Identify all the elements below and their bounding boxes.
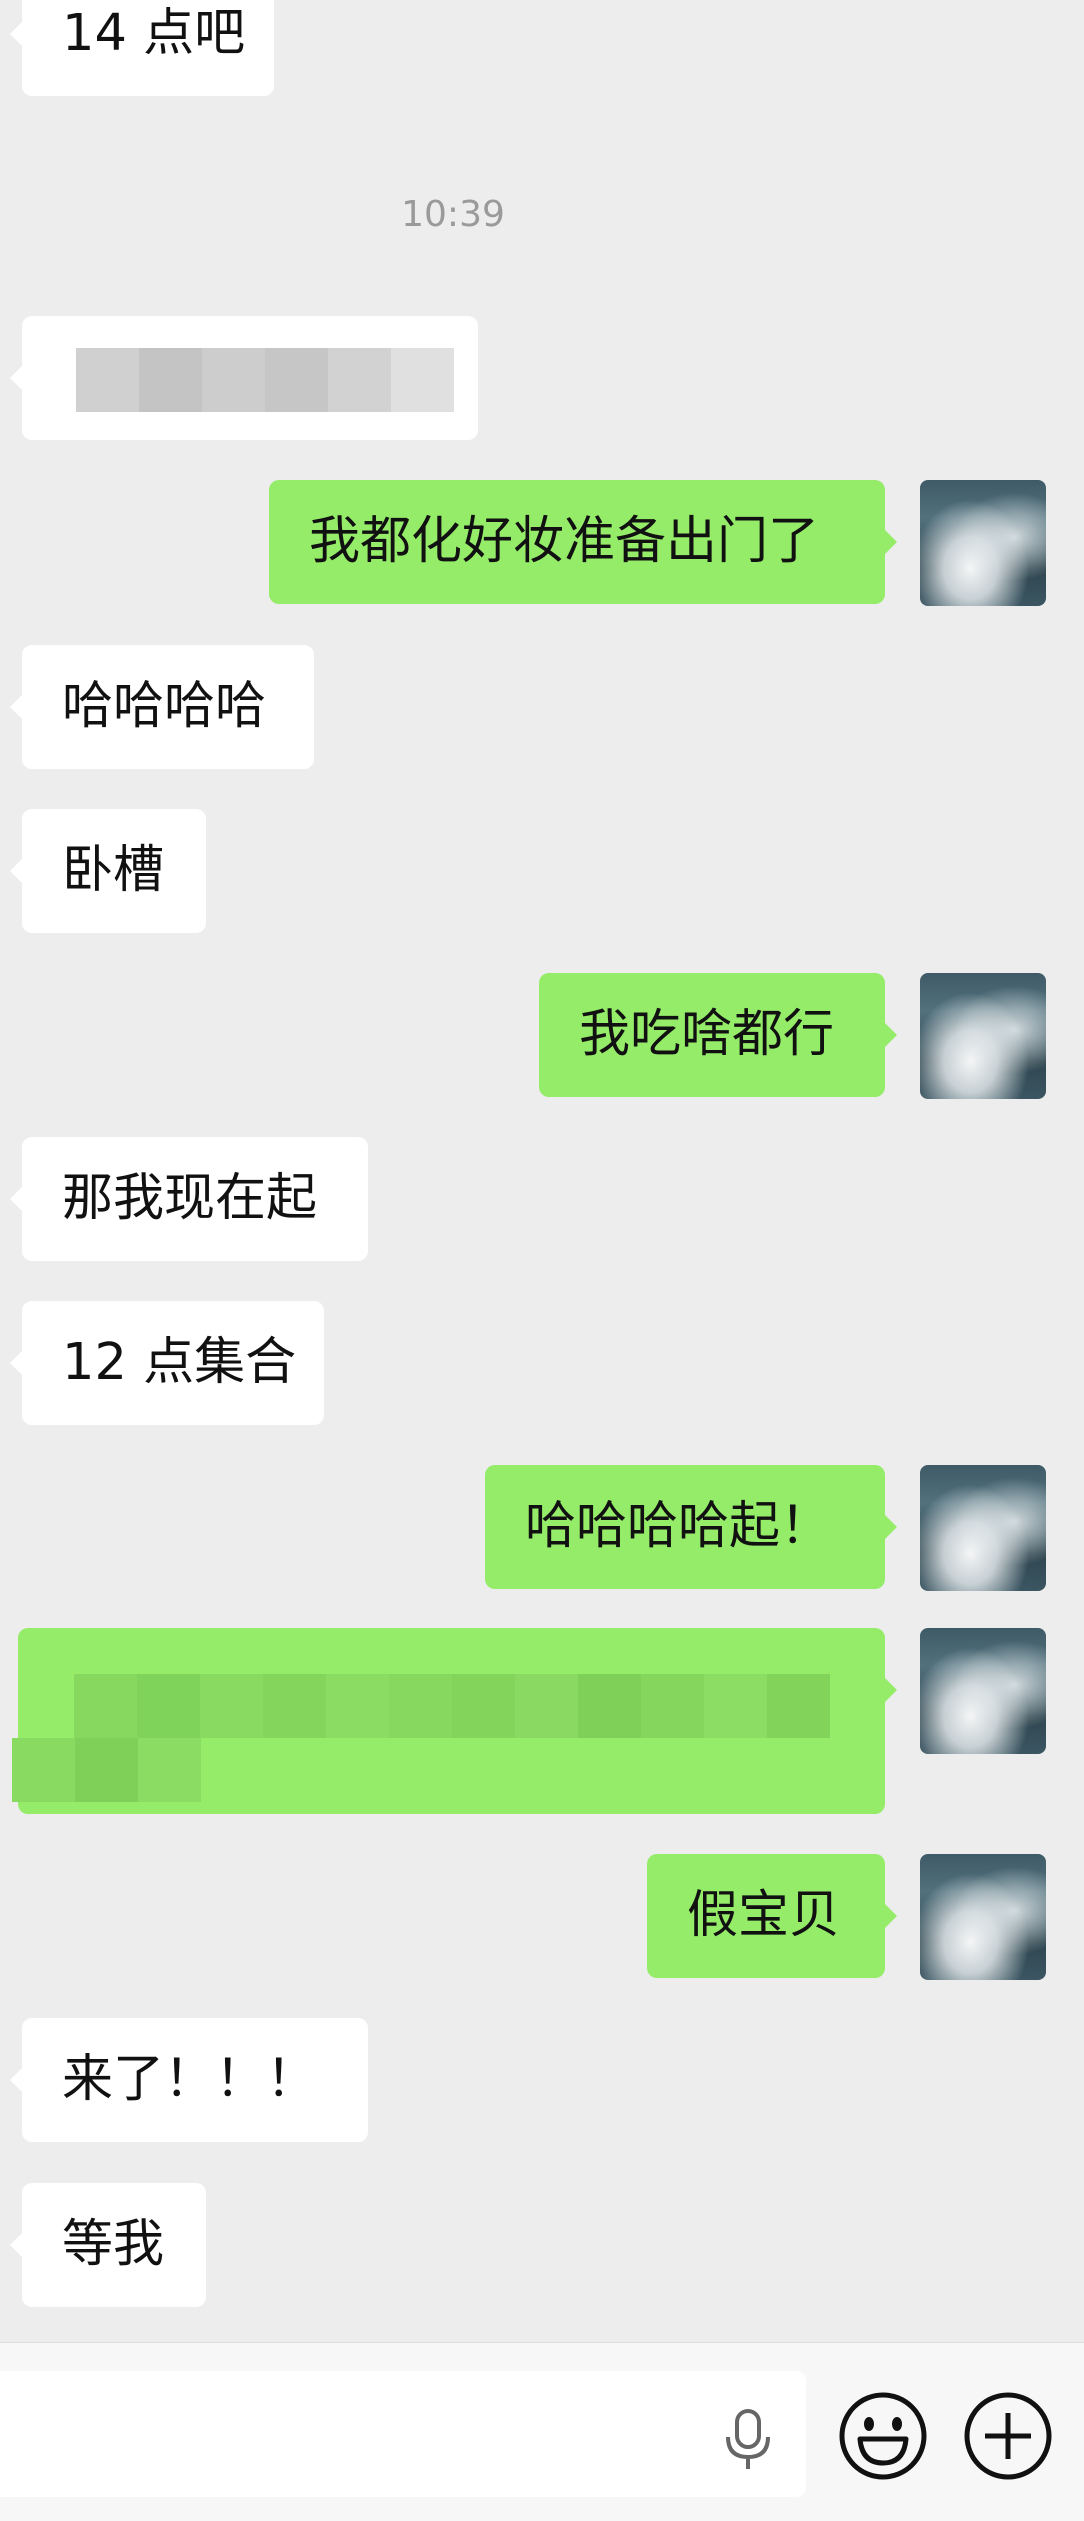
plus-circle-icon[interactable] <box>963 2391 1053 2481</box>
incoming-message[interactable]: 哈哈哈哈 <box>10 645 314 769</box>
avatar[interactable] <box>920 480 1046 606</box>
outgoing-message[interactable]: 我吃啥都行 <box>539 973 897 1097</box>
incoming-message[interactable]: 卧槽 <box>10 809 206 933</box>
message-text: 卧槽 <box>62 841 165 900</box>
incoming-message[interactable]: 来了！！！ <box>10 2018 368 2142</box>
blurred-content <box>12 1738 201 1802</box>
incoming-message-blurred[interactable] <box>10 316 478 440</box>
message-text: 哈哈哈哈 <box>62 677 267 736</box>
message-text: 12 点集合 <box>62 1333 297 1392</box>
avatar[interactable] <box>920 1465 1046 1591</box>
timestamp: 10:39 <box>401 194 505 235</box>
input-bar <box>0 2342 1084 2521</box>
message-text: 那我现在起 <box>62 1169 318 1228</box>
message-input[interactable] <box>0 2371 806 2497</box>
blurred-content <box>74 1674 830 1738</box>
message-text: 来了！！！ <box>62 2050 318 2109</box>
message-text: 我都化好妆准备出门了 <box>309 512 820 571</box>
outgoing-message[interactable]: 哈哈哈哈起！ <box>485 1465 897 1589</box>
blurred-content <box>76 348 454 412</box>
avatar[interactable] <box>920 1854 1046 1980</box>
message-text: 假宝贝 <box>687 1886 841 1945</box>
message-text: 我吃啥都行 <box>579 1005 835 1064</box>
message-text: 哈哈哈哈起！ <box>525 1497 832 1556</box>
avatar[interactable] <box>920 973 1046 1099</box>
incoming-message[interactable]: 等我 <box>10 2183 206 2307</box>
incoming-message[interactable]: 12 点集合 <box>10 1301 324 1425</box>
outgoing-message-blurred[interactable] <box>12 1628 897 1814</box>
message-text: 等我 <box>62 2215 165 2274</box>
incoming-message[interactable]: 那我现在起 <box>10 1137 368 1261</box>
microphone-icon[interactable] <box>720 2409 776 2471</box>
message-text: 14 点吧 <box>62 4 246 63</box>
smiley-icon[interactable] <box>838 2391 928 2481</box>
outgoing-message[interactable]: 假宝贝 <box>647 1854 897 1978</box>
incoming-message[interactable]: 14 点吧 <box>10 0 274 96</box>
outgoing-message[interactable]: 我都化好妆准备出门了 <box>269 480 897 604</box>
avatar[interactable] <box>920 1628 1046 1754</box>
